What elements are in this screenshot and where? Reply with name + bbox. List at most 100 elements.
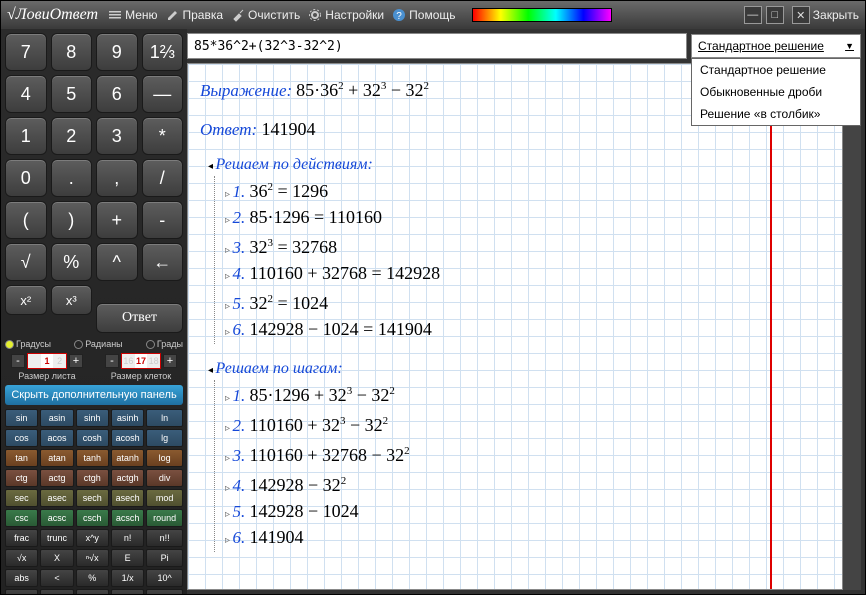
func-X[interactable]: X: [5, 589, 38, 594]
key-%[interactable]: %: [51, 243, 93, 281]
toggle-extra-panel[interactable]: Скрыть дополнительную панель: [5, 385, 183, 405]
func-asinh[interactable]: asinh: [111, 409, 144, 427]
key-*[interactable]: *: [142, 117, 184, 155]
func-trunc[interactable]: trunc: [40, 529, 73, 547]
func-csc[interactable]: csc: [5, 509, 38, 527]
key-5[interactable]: 5: [51, 75, 93, 113]
func-lg[interactable]: lg: [146, 429, 183, 447]
func-Z[interactable]: Z: [76, 589, 109, 594]
key-—[interactable]: —: [142, 75, 184, 113]
scrollbar[interactable]: [843, 63, 861, 590]
key-x²[interactable]: x²: [5, 285, 47, 315]
func-atanh[interactable]: atanh: [111, 449, 144, 467]
func-acsc[interactable]: acsc: [40, 509, 73, 527]
step[interactable]: 6. 142928 − 1024 = 141904: [225, 318, 830, 344]
func-round[interactable]: round: [146, 509, 183, 527]
func-Pi[interactable]: Pi: [146, 549, 183, 567]
func-tanh[interactable]: tanh: [76, 449, 109, 467]
edit-button[interactable]: Правка: [166, 8, 224, 22]
func-tan[interactable]: tan: [5, 449, 38, 467]
func-asin[interactable]: asin: [40, 409, 73, 427]
step[interactable]: 2. 110160 + 323 − 322: [225, 410, 830, 440]
expression-input[interactable]: [187, 33, 687, 59]
key-6[interactable]: 6: [96, 75, 138, 113]
cell-value[interactable]: 16 17 18: [121, 353, 161, 369]
func-sech[interactable]: sech: [76, 489, 109, 507]
func-10^[interactable]: 10^: [146, 569, 183, 587]
key-,[interactable]: ,: [96, 159, 138, 197]
func-csch[interactable]: csch: [76, 509, 109, 527]
step[interactable]: 4. 110160 + 32768 = 142928: [225, 262, 830, 288]
mode-option[interactable]: Обыкновенные дроби: [692, 81, 860, 103]
color-bar[interactable]: [472, 8, 612, 22]
func-abs[interactable]: abs: [5, 569, 38, 587]
key-.[interactable]: .: [51, 159, 93, 197]
func-X[interactable]: X: [40, 549, 73, 567]
menu-button[interactable]: Меню: [108, 8, 157, 22]
func-n!![interactable]: n!!: [146, 529, 183, 547]
key-4[interactable]: 4: [5, 75, 47, 113]
func-asec[interactable]: asec: [40, 489, 73, 507]
func-acos[interactable]: acos: [40, 429, 73, 447]
key-√[interactable]: √: [5, 243, 47, 281]
maximize-button[interactable]: □: [766, 6, 784, 24]
sheet-minus[interactable]: -: [11, 354, 25, 368]
deg-radio[interactable]: Градусы: [5, 339, 51, 349]
step[interactable]: 1. 362 = 1296: [225, 176, 830, 206]
section-by-actions[interactable]: Решаем по действиям:: [208, 156, 830, 174]
help-button[interactable]: ? Помощь: [392, 8, 455, 22]
sheet-value[interactable]: 1 2: [27, 353, 67, 369]
sheet-plus[interactable]: +: [69, 354, 83, 368]
key-([interactable]: (: [5, 201, 47, 239]
step[interactable]: 2. 85·1296 = 110160: [225, 206, 830, 232]
key-x³[interactable]: x³: [51, 285, 93, 315]
settings-button[interactable]: Настройки: [308, 8, 384, 22]
cell-minus[interactable]: -: [105, 354, 119, 368]
func-log[interactable]: log: [146, 449, 183, 467]
func-asech[interactable]: asech: [111, 489, 144, 507]
func-ctg[interactable]: ctg: [5, 469, 38, 487]
func-ⁿ√x[interactable]: ⁿ√x: [76, 549, 109, 567]
rad-radio[interactable]: Радианы: [74, 339, 122, 349]
func-A[interactable]: A: [111, 589, 144, 594]
mode-option[interactable]: Стандартное решение: [692, 59, 860, 81]
solution-sheet[interactable]: Выражение: 85·362 + 323 − 322 Ответ: 141…: [187, 63, 843, 590]
grad-radio[interactable]: Грады: [146, 339, 183, 349]
func-actg[interactable]: actg: [40, 469, 73, 487]
close-button[interactable]: ✕ Закрыть: [792, 6, 859, 24]
key-/[interactable]: /: [142, 159, 184, 197]
cell-plus[interactable]: +: [163, 354, 177, 368]
func-mod[interactable]: mod: [146, 489, 183, 507]
func-sin[interactable]: sin: [5, 409, 38, 427]
key-←[interactable]: ←: [142, 243, 184, 281]
func-div[interactable]: div: [146, 469, 183, 487]
step[interactable]: 4. 142928 − 322: [225, 470, 830, 500]
func-ctgh[interactable]: ctgh: [76, 469, 109, 487]
key-^[interactable]: ^: [96, 243, 138, 281]
mode-option[interactable]: Решение «в столбик»: [692, 103, 860, 125]
func-cosh[interactable]: cosh: [76, 429, 109, 447]
minimize-button[interactable]: —: [744, 6, 762, 24]
func-cos[interactable]: cos: [5, 429, 38, 447]
key--[interactable]: -: [142, 201, 184, 239]
key-7[interactable]: 7: [5, 33, 47, 71]
step[interactable]: 3. 110160 + 32768 − 322: [225, 440, 830, 470]
func-acsch[interactable]: acsch: [111, 509, 144, 527]
key-2[interactable]: 2: [51, 117, 93, 155]
func-ln[interactable]: ln: [146, 409, 183, 427]
key-3[interactable]: 3: [96, 117, 138, 155]
func-acosh[interactable]: acosh: [111, 429, 144, 447]
func-sinh[interactable]: sinh: [76, 409, 109, 427]
func-Y[interactable]: Y: [40, 589, 73, 594]
step[interactable]: 5. 322 = 1024: [225, 288, 830, 318]
func-atan[interactable]: atan: [40, 449, 73, 467]
key-)[interactable]: ): [51, 201, 93, 239]
func-1/x[interactable]: 1/x: [111, 569, 144, 587]
key-1[interactable]: 1: [5, 117, 47, 155]
func-x^y[interactable]: x^y: [76, 529, 109, 547]
func-frac[interactable]: frac: [5, 529, 38, 547]
func-B[interactable]: B: [146, 589, 183, 594]
step[interactable]: 1. 85·1296 + 323 − 322: [225, 380, 830, 410]
key-9[interactable]: 9: [96, 33, 138, 71]
func-n![interactable]: n!: [111, 529, 144, 547]
